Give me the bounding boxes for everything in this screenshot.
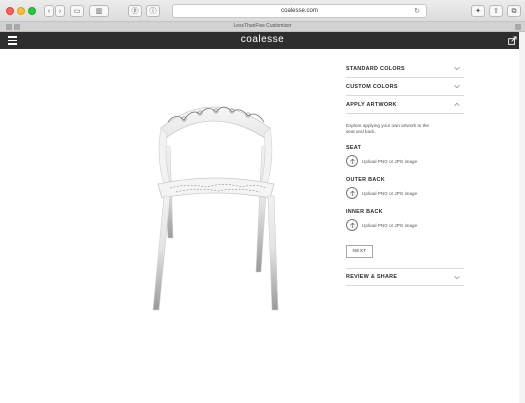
apply-artwork-accordion[interactable]: APPLY ARTWORK — [346, 96, 464, 114]
chair-product-image — [152, 106, 279, 311]
extension-icon[interactable]: ✦ — [471, 5, 485, 17]
inner-back-upload-label: Upload PNG or JPG image — [362, 222, 418, 228]
browser-toolbar: ‹ › ▭ ▥ ⓟ ⓘ coalesse.com ↻ ✦ ⇧ ⧉ — [0, 0, 525, 22]
standard-colors-accordion[interactable]: STANDARD COLORS — [346, 60, 464, 78]
new-tab-icon[interactable] — [515, 24, 521, 30]
address-bar[interactable]: coalesse.com ↻ — [172, 4, 427, 18]
info-icon[interactable]: ⓘ — [146, 5, 160, 17]
customizer-panel: STANDARD COLORS CUSTOM COLORS APPLY ARTW… — [346, 60, 464, 286]
outer-back-upload-button[interactable]: Upload PNG or JPG image — [346, 187, 464, 199]
minimize-window-button[interactable] — [17, 7, 25, 15]
apply-artwork-label: APPLY ARTWORK — [346, 101, 397, 108]
seat-title: SEAT — [346, 145, 362, 151]
browser-window: ‹ › ▭ ▥ ⓟ ⓘ coalesse.com ↻ ✦ ⇧ ⧉ LessTha… — [0, 0, 525, 403]
chevron-down-icon — [454, 275, 460, 280]
page-scroll-edge — [519, 32, 525, 403]
outer-back-upload-label: Upload PNG or JPG image — [362, 190, 418, 196]
tab-title[interactable]: LessThanFive Customizer — [0, 23, 525, 29]
tab-strip: LessThanFive Customizer — [0, 22, 525, 32]
tabs-overview-icon[interactable]: ⧉ — [507, 5, 521, 17]
share-icon[interactable] — [508, 36, 517, 45]
inner-back-upload-button[interactable]: Upload PNG or JPG image — [346, 219, 464, 231]
zoom-window-button[interactable] — [28, 7, 36, 15]
seat-section: SEAT Upload PNG or JPG image — [346, 145, 464, 167]
review-share-label: REVIEW & SHARE — [346, 274, 398, 280]
close-window-button[interactable] — [6, 7, 14, 15]
chevron-up-icon — [454, 102, 460, 107]
sidebar-toggle-icon[interactable]: ▭ — [70, 5, 84, 17]
outer-back-title: OUTER BACK — [346, 177, 385, 183]
reload-icon[interactable]: ↻ — [414, 7, 420, 15]
chevron-down-icon — [454, 84, 460, 89]
outer-back-section: OUTER BACK Upload PNG or JPG image — [346, 177, 464, 199]
seat-upload-label: Upload PNG or JPG image — [362, 158, 418, 164]
top-sites-icon[interactable]: ▥ — [89, 5, 109, 17]
artwork-description: Explore applying your own artwork to the… — [346, 123, 429, 134]
inner-back-section: INNER BACK Upload PNG or JPG image — [346, 209, 464, 231]
site-header: coalesse — [0, 32, 525, 49]
forward-button[interactable]: › — [55, 5, 65, 17]
seat-upload-button[interactable]: Upload PNG or JPG image — [346, 155, 464, 167]
upload-arrow-icon — [346, 155, 358, 167]
chevron-down-icon — [454, 66, 460, 71]
back-button[interactable]: ‹ — [44, 5, 54, 17]
custom-colors-accordion[interactable]: CUSTOM COLORS — [346, 78, 464, 96]
review-share-accordion[interactable]: REVIEW & SHARE — [346, 268, 464, 286]
inner-back-title: INNER BACK — [346, 209, 383, 215]
address-text: coalesse.com — [281, 8, 318, 14]
upload-arrow-icon — [346, 219, 358, 231]
custom-colors-label: CUSTOM COLORS — [346, 83, 398, 90]
site-logo[interactable]: coalesse — [0, 34, 525, 45]
next-button[interactable]: NEXT — [346, 245, 373, 258]
standard-colors-label: STANDARD COLORS — [346, 65, 405, 72]
share-toolbar-icon[interactable]: ⇧ — [489, 5, 503, 17]
upload-arrow-icon — [346, 187, 358, 199]
pinterest-icon[interactable]: ⓟ — [128, 5, 142, 17]
